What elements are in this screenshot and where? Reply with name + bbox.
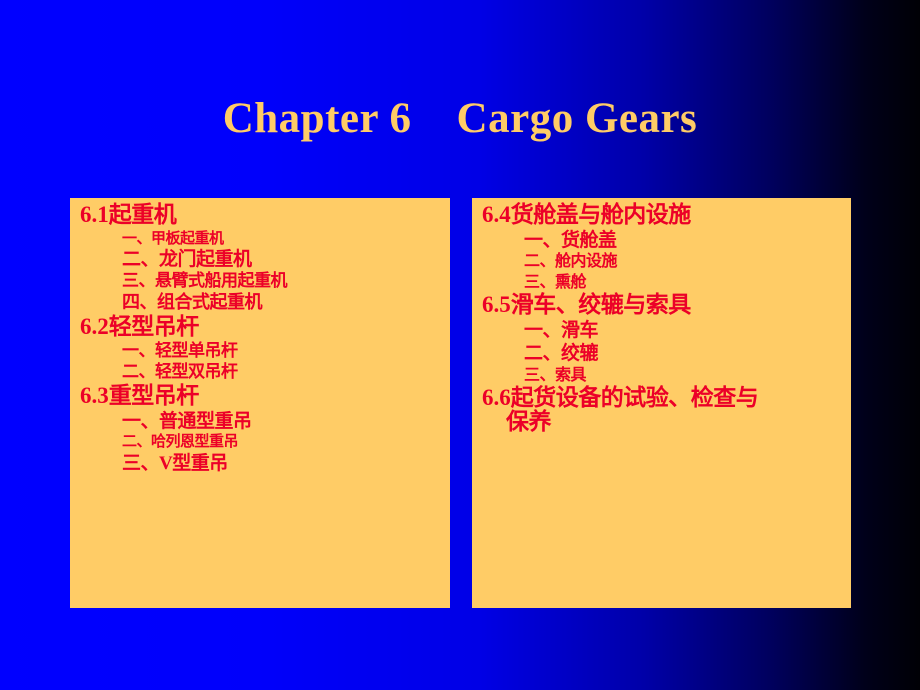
toc-heading-6-6[interactable]: 6.6起货设备的试验、检查与 [480, 385, 843, 412]
toc-heading-number: 6.5 [482, 292, 511, 318]
toc-heading-label: 起货设备的试验、检查与 [510, 385, 759, 412]
content-box-left: 6.1起重机 一、甲板起重机 二、龙门起重机 三、悬臂式船用起重机 四、组合式起… [70, 198, 450, 608]
toc-heading-label: 货舱盖与舱内设施 [510, 202, 692, 228]
toc-heading-label: 重型吊杆 [108, 382, 200, 409]
toc-heading-number: 6.3 [80, 382, 109, 408]
toc-heading-label-continuation: 保养 [506, 408, 552, 435]
toc-subitem[interactable]: 二、哈列恩型重吊 [78, 432, 442, 452]
toc-subitem[interactable]: 二、舱内设施 [480, 251, 843, 271]
toc-heading-number: 6.1 [80, 202, 109, 227]
toc-heading-label: 滑车、绞辘与索具 [510, 292, 692, 319]
toc-subitem[interactable]: 二、绞辘 [480, 342, 843, 365]
toc-heading-6-1[interactable]: 6.1起重机 [78, 202, 442, 229]
toc-heading-label: 起重机 [108, 202, 177, 228]
toc-subitem-index: 三、 [122, 451, 160, 474]
toc-heading-number: 6.2 [80, 314, 109, 339]
toc-subitem[interactable]: 一、货舱盖 [480, 229, 843, 252]
toc-subitem[interactable]: 一、轻型单吊杆 [78, 341, 442, 362]
toc-subitem[interactable]: 四、组合式起重机 [78, 292, 442, 314]
toc-subitem[interactable]: 一、普通型重吊 [78, 410, 442, 433]
toc-subitem-label: 型重吊 [172, 451, 228, 474]
toc-subitem[interactable]: 二、龙门起重机 [78, 248, 442, 271]
toc-subitem[interactable]: 三、熏舱 [480, 272, 843, 292]
toc-heading-6-3[interactable]: 6.3重型吊杆 [78, 383, 442, 410]
toc-subitem[interactable]: 二、轻型双吊杆 [78, 362, 442, 383]
toc-subitem[interactable]: 三、V型重吊 [78, 452, 442, 476]
toc-heading-6-5[interactable]: 6.5滑车、绞辘与索具 [480, 292, 843, 319]
toc-heading-6-2[interactable]: 6.2轻型吊杆 [78, 314, 442, 341]
content-box-right: 6.4货舱盖与舱内设施 一、货舱盖 二、舱内设施 三、熏舱 6.5滑车、绞辘与索… [472, 198, 851, 608]
presentation-slide: Chapter 6 Cargo Gears 6.1起重机 一、甲板起重机 二、龙… [0, 0, 920, 690]
toc-heading-number: 6.4 [482, 202, 511, 227]
toc-subitem[interactable]: 三、索具 [480, 365, 843, 385]
toc-subitem[interactable]: 三、悬臂式船用起重机 [78, 271, 442, 292]
page-title: Chapter 6 Cargo Gears [222, 95, 698, 142]
toc-subitem[interactable]: 一、甲板起重机 [78, 229, 442, 249]
toc-heading-6-6-continuation[interactable]: 保养 [480, 409, 843, 436]
toc-heading-label: 轻型吊杆 [108, 314, 200, 340]
toc-subitem[interactable]: 一、滑车 [480, 319, 843, 342]
toc-subitem-type: V [159, 452, 173, 474]
toc-heading-6-4[interactable]: 6.4货舱盖与舱内设施 [480, 202, 843, 229]
toc-heading-number: 6.6 [482, 385, 511, 411]
